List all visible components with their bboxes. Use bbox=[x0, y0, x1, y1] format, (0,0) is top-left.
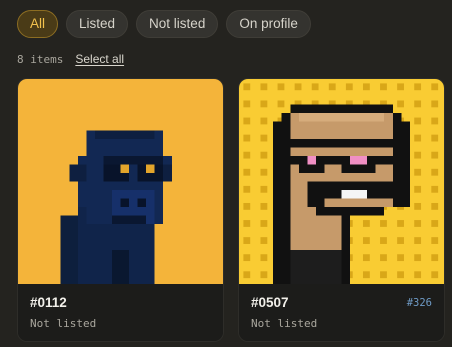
tab-on-profile[interactable]: On profile bbox=[226, 10, 311, 38]
card-info: #0112 Not listed bbox=[18, 284, 223, 341]
tab-not-listed[interactable]: Not listed bbox=[136, 10, 219, 38]
ape-icon bbox=[18, 79, 223, 284]
items-toolbar: 8 items Select all bbox=[17, 52, 124, 66]
select-all-link[interactable]: Select all bbox=[75, 52, 124, 66]
nft-card-0112[interactable]: #0112 Not listed bbox=[18, 79, 223, 341]
card-info: #0507 #326 Not listed bbox=[239, 284, 444, 341]
filter-tabs: All Listed Not listed On profile bbox=[17, 10, 311, 38]
item-count: 8 items bbox=[17, 52, 64, 66]
punk-icon bbox=[239, 79, 444, 284]
listing-status: Not listed bbox=[30, 317, 97, 330]
nft-card-0507[interactable]: #0507 #326 Not listed bbox=[239, 79, 444, 341]
tab-listed[interactable]: Listed bbox=[66, 10, 129, 38]
tab-all[interactable]: All bbox=[17, 10, 59, 38]
card-title: #0112 bbox=[30, 295, 67, 310]
card-title: #0507 bbox=[251, 295, 289, 310]
listing-status: Not listed bbox=[251, 317, 318, 330]
rarity-rank: #326 bbox=[406, 297, 432, 309]
